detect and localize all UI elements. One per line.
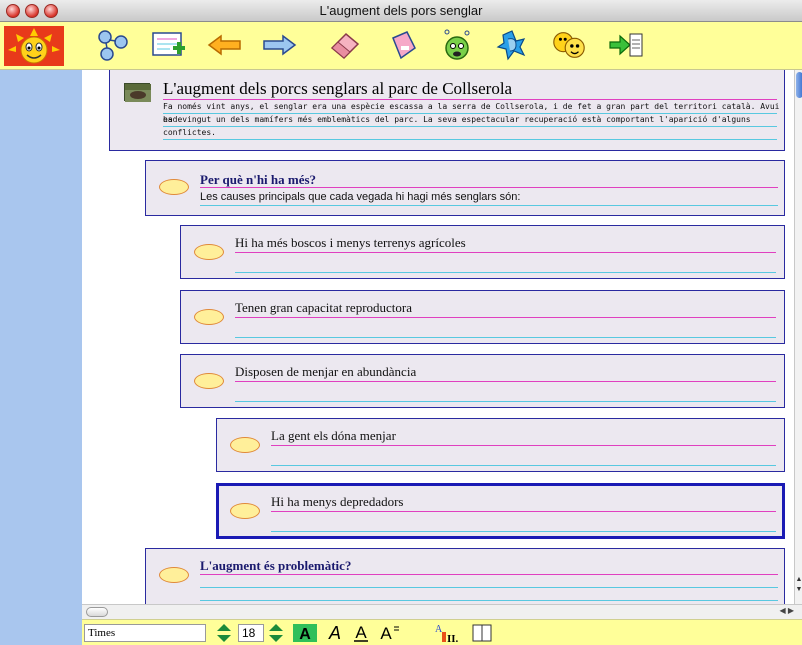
zoom-window-button[interactable] — [44, 4, 58, 18]
cause-node-5-selected[interactable]: Hi ha menys depredadors — [216, 483, 785, 539]
node-bubble-icon[interactable] — [230, 437, 260, 453]
add-note-icon[interactable] — [150, 28, 188, 62]
section-heading-2: L'augment és problemàtic? — [200, 558, 352, 573]
concept-map-icon[interactable] — [94, 28, 132, 62]
cause-node-4[interactable]: La gent els dóna menjar — [216, 418, 785, 472]
svg-text:A: A — [299, 626, 311, 643]
window-title: L'augment dels pors senglar — [319, 3, 483, 18]
format-bar: Times 18 A A A A A II. — [82, 619, 802, 645]
close-window-button[interactable] — [6, 4, 20, 18]
cause-node-1[interactable]: Hi ha més boscos i menys terrenys agríco… — [180, 225, 785, 279]
bottle-icon[interactable] — [384, 28, 422, 62]
sun-logo-icon — [4, 26, 64, 66]
font-size-field[interactable]: 18 — [238, 624, 264, 642]
ear-icon[interactable] — [492, 28, 530, 62]
cause-node-3[interactable]: Disposen de menjar en abundància — [180, 354, 785, 408]
horizontal-scroll-thumb[interactable] — [86, 607, 108, 617]
cause-text-3: Disposen de menjar en abundància — [235, 364, 417, 379]
cause-text-4: La gent els dóna menjar — [271, 428, 396, 443]
page-layout-icon[interactable] — [470, 622, 494, 644]
node-bubble-icon[interactable] — [194, 309, 224, 325]
left-sidebar — [0, 70, 82, 645]
faces-icon[interactable] — [550, 28, 588, 62]
boar-thumbnail-image — [124, 83, 151, 102]
outline-canvas[interactable]: L'augment dels porcs senglars al parc de… — [82, 70, 794, 604]
font-size-stepper-icon[interactable] — [266, 622, 286, 644]
section-heading: Per què n'hi ha més? — [200, 172, 317, 187]
section-node-problematic[interactable]: L'augment és problemàtic? — [145, 548, 785, 604]
cause-text-2: Tenen gran capacitat reproductora — [235, 300, 413, 315]
toolbar — [0, 22, 802, 70]
cause-text-1: Hi ha més boscos i menys terrenys agríco… — [235, 235, 466, 250]
node-bubble-icon[interactable] — [159, 567, 189, 583]
scroll-down-arrow-icon[interactable]: ▼ — [795, 586, 802, 594]
idea-face-icon[interactable] — [438, 28, 476, 62]
svg-text:A: A — [435, 624, 443, 635]
svg-text:A: A — [328, 623, 341, 643]
svg-text:A: A — [355, 623, 367, 642]
cause-text-5: Hi ha menys depredadors — [271, 494, 404, 509]
horizontal-scrollbar[interactable]: ◀ ▶ — [82, 604, 802, 619]
svg-text:A: A — [380, 624, 392, 643]
arrow-left-icon[interactable] — [206, 28, 244, 62]
section-body: Les causes principals que cada vegada hi… — [200, 191, 521, 203]
node-bubble-icon[interactable] — [194, 244, 224, 260]
main-topic-node[interactable]: L'augment dels porcs senglars al parc de… — [109, 70, 785, 151]
superscript-text-icon[interactable]: A — [376, 622, 402, 644]
node-bubble-icon[interactable] — [230, 503, 260, 519]
export-icon[interactable] — [608, 28, 646, 62]
text-style-icon[interactable]: A II. — [432, 622, 466, 644]
intro-line-2: esdevingut un dels mamífers més emblemàt… — [163, 115, 751, 124]
node-bubble-icon[interactable] — [159, 179, 189, 195]
node-bubble-icon[interactable] — [194, 373, 224, 389]
font-stepper-icon[interactable] — [214, 622, 234, 644]
underline-text-icon[interactable]: A — [350, 622, 372, 644]
bold-text-icon[interactable]: A — [291, 622, 319, 644]
scroll-up-arrow-icon[interactable]: ▲ — [795, 576, 802, 584]
cause-node-2[interactable]: Tenen gran capacitat reproductora — [180, 290, 785, 344]
window-title-bar: L'augment dels pors senglar — [0, 0, 802, 22]
font-name-field[interactable]: Times — [84, 624, 206, 642]
italic-text-icon[interactable]: A — [324, 622, 346, 644]
minimize-window-button[interactable] — [25, 4, 39, 18]
main-title: L'augment dels porcs senglars al parc de… — [163, 79, 513, 98]
intro-line-3: conflictes. — [163, 128, 216, 137]
svg-text:II.: II. — [447, 633, 459, 644]
arrow-right-icon[interactable] — [260, 28, 298, 62]
eraser-icon[interactable] — [326, 28, 364, 62]
vertical-scroll-thumb[interactable] — [796, 72, 802, 98]
section-node-why-more[interactable]: Per què n'hi ha més? Les causes principa… — [145, 160, 785, 216]
scroll-left-right-arrows-icon[interactable]: ◀ ▶ — [779, 606, 794, 615]
vertical-scrollbar[interactable]: ▲ ▼ — [794, 70, 802, 604]
